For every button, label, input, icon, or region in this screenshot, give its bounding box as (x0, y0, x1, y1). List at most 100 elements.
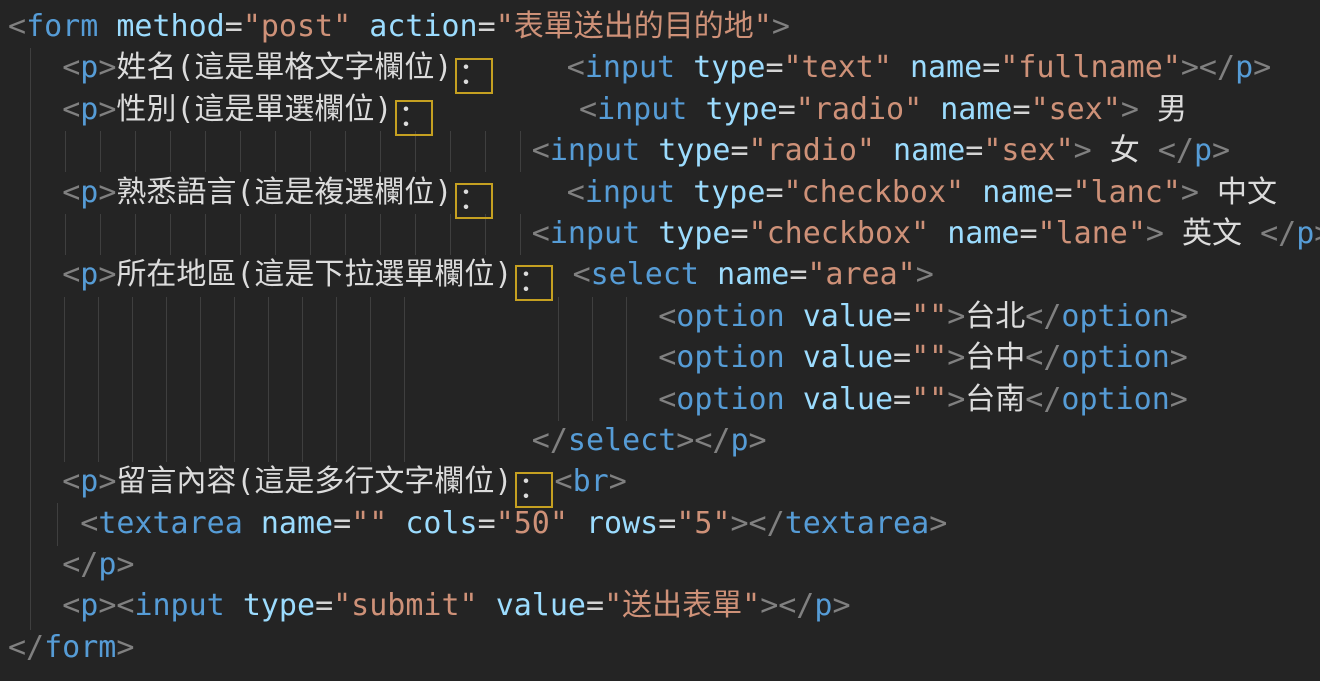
tag-name: p (80, 50, 98, 85)
attribute-name: type (658, 133, 730, 168)
plain-text (387, 506, 405, 541)
punctuation: > (947, 382, 965, 417)
string-value: "lanc" (1073, 175, 1181, 210)
equals-sign: = (1019, 216, 1037, 251)
plain-text (435, 92, 580, 127)
string-value: "radio" (796, 92, 922, 127)
punctuation: ></ (760, 588, 814, 623)
plain-text (478, 588, 496, 623)
punctuation: ></ (1181, 50, 1235, 85)
plain-text (785, 299, 803, 334)
plain-text: 台北 (965, 299, 1025, 334)
plain-text: 中文 (1199, 175, 1277, 210)
code-line: <option value="">台南</option> (8, 379, 1320, 420)
attribute-name: type (705, 92, 777, 127)
attribute-name: name (947, 216, 1019, 251)
punctuation: </ (1025, 299, 1061, 334)
code-line: </form> (8, 627, 1320, 668)
punctuation: > (98, 257, 116, 292)
attribute-name: action (369, 9, 477, 44)
equals-sign: = (225, 9, 243, 44)
punctuation: < (658, 340, 676, 375)
tag-name: br (573, 464, 609, 499)
punctuation: > (116, 547, 134, 582)
punctuation: > (772, 9, 790, 44)
tag-name: p (1235, 50, 1253, 85)
tag-name: input (550, 216, 640, 251)
punctuation: > (1181, 175, 1199, 210)
string-value: "50" (496, 506, 568, 541)
equals-sign: = (478, 506, 496, 541)
plain-text: 姓名(這是單格文字欄位) (116, 50, 452, 85)
punctuation: ></ (676, 423, 730, 458)
equals-sign: = (893, 340, 911, 375)
punctuation: < (573, 257, 591, 292)
code-line: <p>姓名(這是單格文字欄位)： <input type="text" name… (8, 47, 1320, 88)
equals-sign: = (893, 382, 911, 417)
equals-sign: = (765, 50, 783, 85)
attribute-name: value (496, 588, 586, 623)
attribute-name: rows (586, 506, 658, 541)
tag-name: p (80, 588, 98, 623)
tag-name: p (80, 92, 98, 127)
tag-name: option (676, 299, 784, 334)
punctuation: > (98, 50, 116, 85)
attribute-name: name (717, 257, 789, 292)
tag-name: input (585, 175, 675, 210)
tag-name: option (1061, 340, 1169, 375)
plain-text (8, 216, 532, 251)
code-editor[interactable]: <form method="post" action="表單送出的目的地"> <… (0, 0, 1320, 681)
string-value: "sex" (983, 133, 1073, 168)
string-value: "post" (243, 9, 351, 44)
string-value: "submit" (333, 588, 478, 623)
plain-text (8, 464, 62, 499)
attribute-name: name (261, 506, 333, 541)
plain-text (495, 175, 567, 210)
punctuation: </ (1158, 133, 1194, 168)
string-value: "" (911, 299, 947, 334)
plain-text (675, 175, 693, 210)
plain-text (495, 50, 567, 85)
plain-text (675, 50, 693, 85)
plain-text (8, 133, 532, 168)
plain-text (8, 340, 658, 375)
tag-name: p (1194, 133, 1212, 168)
punctuation: < (62, 175, 80, 210)
plain-text: 男 (1139, 92, 1187, 127)
plain-text: 台中 (965, 340, 1025, 375)
code-line: </select></p> (8, 420, 1320, 461)
punctuation: < (532, 133, 550, 168)
plain-text (8, 382, 658, 417)
plain-text (699, 257, 717, 292)
attribute-name: type (658, 216, 730, 251)
equals-sign: = (730, 133, 748, 168)
tag-name: p (80, 257, 98, 292)
punctuation: > (1146, 216, 1164, 251)
punctuation: > (609, 464, 627, 499)
punctuation: > (1121, 92, 1139, 127)
string-value: "送出表單" (604, 588, 760, 623)
code-line: <p>熟悉語言(這是複選欄位)： <input type="checkbox" … (8, 172, 1320, 213)
plain-text: 留言內容(這是多行文字欄位) (116, 464, 512, 499)
plain-text (8, 423, 532, 458)
plain-text (555, 257, 573, 292)
code-line: <p>性別(這是單選欄位)： <input type="radio" name=… (8, 89, 1320, 130)
tag-name: p (1296, 216, 1314, 251)
tag-name: form (26, 9, 98, 44)
punctuation: > (832, 588, 850, 623)
punctuation: < (62, 588, 80, 623)
equals-sign: = (765, 175, 783, 210)
attribute-name: value (803, 382, 893, 417)
tag-name: textarea (98, 506, 243, 541)
punctuation: < (532, 216, 550, 251)
plain-text (8, 50, 62, 85)
attribute-name: name (940, 92, 1012, 127)
code-line: <p><input type="submit" value="送出表單"></p… (8, 585, 1320, 626)
punctuation: > (116, 630, 134, 665)
equals-sign: = (315, 588, 333, 623)
plain-text (8, 299, 658, 334)
plain-text (929, 216, 947, 251)
tag-name: option (676, 382, 784, 417)
tag-name: p (98, 547, 116, 582)
tag-name: textarea (785, 506, 930, 541)
